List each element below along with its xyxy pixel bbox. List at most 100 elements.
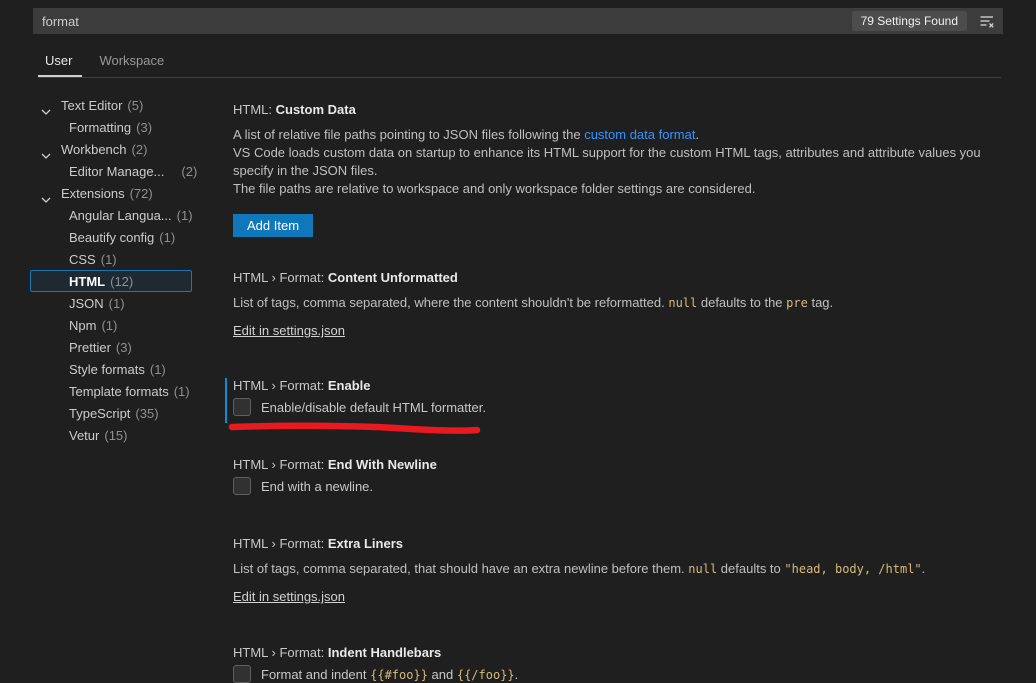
enable-checkbox[interactable] [233, 398, 251, 416]
code-null: null [668, 296, 697, 310]
clear-filters-icon[interactable] [976, 10, 998, 32]
setting-category: HTML › Format: [233, 270, 328, 285]
setting-format-enable: HTML › Format: Enable Enable/disable def… [233, 378, 1005, 436]
setting-category: HTML › Format: [233, 536, 328, 551]
setting-name: Extra Liners [328, 536, 403, 551]
sidebar-item-label: Editor Manage... [69, 164, 164, 179]
end-with-newline-checkbox[interactable] [233, 477, 251, 495]
setting-checkbox-row: Format and indent {{#foo}} and {{/foo}}. [233, 665, 1005, 683]
settings-search-bar: 79 Settings Found [33, 8, 1003, 34]
sidebar-item[interactable]: Prettier (3) [30, 336, 192, 358]
edit-in-settings-json-link[interactable]: Edit in settings.json [233, 589, 345, 604]
custom-data-format-link[interactable]: custom data format [584, 127, 695, 142]
setting-description: List of tags, comma separated, that shou… [233, 560, 1005, 578]
code-close-handlebar: {{/foo}} [457, 668, 515, 682]
sidebar-item[interactable]: JSON (1) [30, 292, 192, 314]
sidebar-item-label: HTML [69, 274, 105, 289]
sidebar-item-label: Template formats [69, 384, 169, 399]
sidebar-item[interactable]: Angular Langua... (1) [30, 204, 192, 226]
sidebar-item-count: (2) [181, 164, 197, 179]
sidebar-item[interactable]: HTML (12) [30, 270, 192, 292]
code-null: null [688, 562, 717, 576]
description-text: A list of relative file paths pointing t… [233, 127, 584, 142]
sidebar-item-label: Beautify config [69, 230, 154, 245]
description-text: defaults to [717, 561, 784, 576]
setting-name: Indent Handlebars [328, 645, 441, 660]
sidebar-item-label: JSON [69, 296, 104, 311]
sidebar-item-count: (1) [174, 384, 190, 399]
sidebar-item-count: (2) [132, 142, 148, 157]
setting-category: HTML: [233, 102, 276, 117]
sidebar-item[interactable]: Template formats (1) [30, 380, 192, 402]
sidebar-item[interactable]: Vetur (15) [30, 424, 192, 446]
setting-format-end-with-newline: HTML › Format: End With Newline End with… [233, 457, 1005, 495]
sidebar-item-label: Formatting [69, 120, 131, 135]
sidebar-item-count: (1) [159, 230, 175, 245]
sidebar-item-count: (1) [109, 296, 125, 311]
sidebar-item[interactable]: Beautify config (1) [30, 226, 192, 248]
sidebar-item[interactable]: Extensions (72) [30, 182, 192, 204]
results-count-badge: 79 Settings Found [852, 11, 967, 31]
description-text: defaults to the [697, 295, 786, 310]
sidebar-item[interactable]: Editor Manage... (2) [30, 160, 192, 182]
tabs-divider [38, 77, 1001, 78]
setting-title: HTML › Format: Content Unformatted [233, 270, 1005, 285]
sidebar-item-count: (1) [101, 318, 117, 333]
code-pre: pre [786, 296, 808, 310]
sidebar-item[interactable]: Npm (1) [30, 314, 192, 336]
setting-title: HTML › Format: End With Newline [233, 457, 1005, 472]
setting-title: HTML: Custom Data [233, 102, 1005, 117]
description-text: . [922, 561, 926, 576]
sidebar-item-count: (5) [127, 98, 143, 113]
scope-tabs: User Workspace [45, 53, 164, 68]
description-text: The file paths are relative to workspace… [233, 180, 1005, 198]
tab-workspace[interactable]: Workspace [99, 53, 164, 68]
description-text: Format and indent [261, 667, 370, 682]
description-text: List of tags, comma separated, that shou… [233, 561, 688, 576]
sidebar-item-label: Angular Langua... [69, 208, 172, 223]
setting-format-indent-handlebars: HTML › Format: Indent Handlebars Format … [233, 645, 1005, 683]
setting-title: HTML › Format: Indent Handlebars [233, 645, 1005, 660]
sidebar-item-count: (15) [104, 428, 127, 443]
setting-format-content-unformatted: HTML › Format: Content Unformatted List … [233, 270, 1005, 340]
sidebar-item[interactable]: Formatting (3) [30, 116, 192, 138]
indent-handlebars-checkbox[interactable] [233, 665, 251, 683]
setting-category: HTML › Format: [233, 645, 328, 660]
modified-setting-indicator [225, 378, 227, 423]
description-text: List of tags, comma separated, where the… [233, 295, 668, 310]
checkbox-label: Format and indent {{#foo}} and {{/foo}}. [261, 667, 518, 682]
sidebar-item[interactable]: TypeScript (35) [30, 402, 192, 424]
setting-title: HTML › Format: Extra Liners [233, 536, 1005, 551]
setting-checkbox-row: End with a newline. [233, 477, 1005, 495]
description-text: tag. [808, 295, 833, 310]
sidebar-item-count: (1) [150, 362, 166, 377]
setting-category: HTML › Format: [233, 457, 328, 472]
checkbox-label: End with a newline. [261, 479, 373, 494]
sidebar-item[interactable]: CSS (1) [30, 248, 192, 270]
setting-category: HTML › Format: [233, 378, 328, 393]
sidebar-item-count: (1) [177, 208, 193, 223]
description-text: and [428, 667, 457, 682]
tab-user[interactable]: User [45, 53, 72, 68]
description-text: VS Code loads custom data on startup to … [233, 144, 1005, 180]
edit-in-settings-json-link[interactable]: Edit in settings.json [233, 323, 345, 338]
sidebar-item-label: Text Editor [61, 98, 122, 113]
description-text: . [515, 667, 519, 682]
search-input[interactable] [42, 14, 852, 29]
sidebar-item-label: Prettier [69, 340, 111, 355]
sidebar-item-label: Extensions [61, 186, 125, 201]
checkbox-label: Enable/disable default HTML formatter. [261, 400, 486, 415]
add-item-button[interactable]: Add Item [233, 214, 313, 237]
sidebar-item-count: (3) [136, 120, 152, 135]
description-text: . [695, 127, 699, 142]
code-open-handlebar: {{#foo}} [370, 668, 428, 682]
setting-title: HTML › Format: Enable [233, 378, 1005, 393]
sidebar-item-label: Style formats [69, 362, 145, 377]
setting-description: A list of relative file paths pointing t… [233, 126, 1005, 198]
sidebar-item[interactable]: Workbench (2) [30, 138, 192, 160]
sidebar-item-count: (3) [116, 340, 132, 355]
setting-format-extra-liners: HTML › Format: Extra Liners List of tags… [233, 536, 1005, 606]
sidebar-item[interactable]: Style formats (1) [30, 358, 192, 380]
sidebar-item-count: (12) [110, 274, 133, 289]
sidebar-item[interactable]: Text Editor (5) [30, 94, 192, 116]
